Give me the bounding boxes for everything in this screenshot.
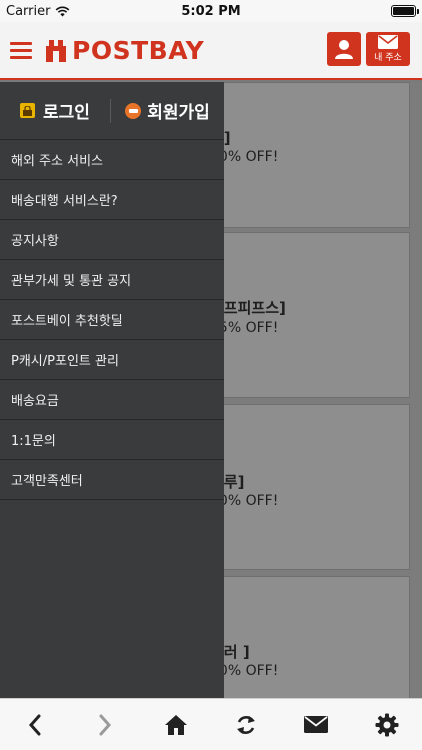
- menu-item-customs-notice[interactable]: 관부가세 및 통관 공지: [0, 260, 224, 300]
- my-address-button[interactable]: 내 주소: [366, 32, 410, 66]
- menu-item-label: 고객만족센터: [11, 474, 83, 489]
- menu-item-label: 해외 주소 서비스: [11, 154, 103, 169]
- signup-label: 회원가입: [147, 103, 210, 123]
- refresh-button[interactable]: [226, 705, 266, 745]
- status-left: Carrier: [6, 4, 70, 19]
- mail-button[interactable]: [296, 705, 336, 745]
- status-bar: Carrier 5:02 PM: [0, 0, 422, 22]
- menu-item-label: P캐시/P포인트 관리: [11, 354, 119, 369]
- carrier-label: Carrier: [6, 3, 51, 19]
- home-icon: [164, 714, 187, 735]
- signup-icon: [125, 102, 142, 119]
- my-address-label: 내 주소: [374, 53, 402, 63]
- login-button[interactable]: 로그인: [0, 98, 110, 123]
- refresh-icon: [237, 715, 256, 734]
- menu-item-customer-center[interactable]: 고객만족센터: [0, 460, 224, 500]
- logo-text: POSTBAY: [72, 36, 205, 65]
- menu-item-label: 배송요금: [11, 394, 59, 409]
- side-drawer: 로그인 회원가입 해외 주소 서비스 배송대행 서비스란? 공지사항 관부가세 …: [0, 82, 224, 698]
- menu-item-inquiry[interactable]: 1:1문의: [0, 420, 224, 460]
- settings-gear-icon: [375, 713, 399, 736]
- menu-item-hot-deals[interactable]: 포스트베이 추천핫딜: [0, 300, 224, 340]
- user-button[interactable]: [327, 32, 361, 66]
- app-header: POSTBAY 내 주소: [0, 22, 422, 80]
- menu-item-overseas-address[interactable]: 해외 주소 서비스: [0, 140, 224, 180]
- back-button[interactable]: [15, 705, 55, 745]
- battery-icon: [391, 5, 419, 17]
- user-icon: [335, 40, 353, 59]
- bottom-toolbar: [0, 698, 422, 750]
- forward-arrow-icon: [99, 714, 112, 735]
- signup-button[interactable]: 회원가입: [111, 98, 224, 123]
- menu-item-label: 포스트베이 추천핫딜: [11, 314, 123, 329]
- drawer-auth-bar: 로그인 회원가입: [0, 82, 224, 140]
- mail-icon: [304, 716, 329, 733]
- lock-icon: [20, 103, 36, 118]
- postbay-logo[interactable]: POSTBAY: [44, 36, 204, 65]
- logo-box-icon: [46, 39, 66, 62]
- login-label: 로그인: [43, 103, 90, 123]
- menu-item-shipping-service[interactable]: 배송대행 서비스란?: [0, 180, 224, 220]
- menu-item-label: 배송대행 서비스란?: [11, 194, 118, 209]
- mail-icon: [378, 35, 398, 49]
- menu-item-shipping-fees[interactable]: 배송요금: [0, 380, 224, 420]
- hamburger-menu-icon[interactable]: [10, 42, 32, 60]
- menu-item-label: 1:1문의: [11, 434, 56, 449]
- menu-item-label: 관부가세 및 통관 공지: [11, 274, 132, 289]
- back-arrow-icon: [29, 714, 41, 735]
- wifi-icon: [56, 6, 70, 16]
- menu-item-points[interactable]: P캐시/P포인트 관리: [0, 340, 224, 380]
- menu-item-label: 공지사항: [11, 234, 59, 249]
- forward-button[interactable]: [85, 705, 125, 745]
- menu-item-notices[interactable]: 공지사항: [0, 220, 224, 260]
- home-button[interactable]: [156, 705, 196, 745]
- settings-button[interactable]: [367, 705, 407, 745]
